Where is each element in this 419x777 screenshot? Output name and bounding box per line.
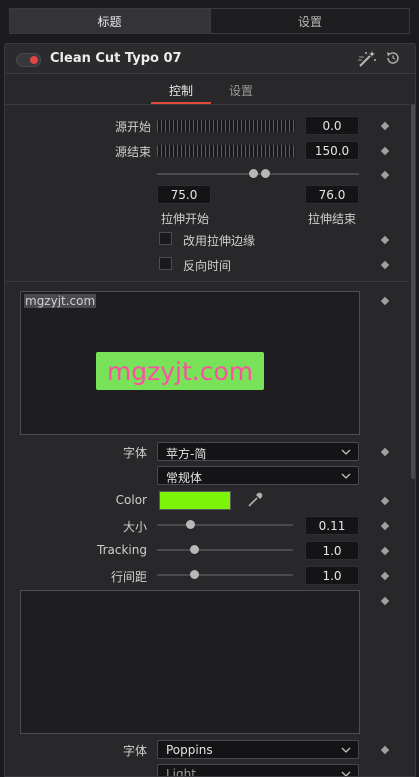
stretch-end-label: 拉伸结束	[307, 212, 356, 226]
color-label: Color	[115, 493, 147, 507]
section-divider	[5, 281, 409, 282]
eyedropper-icon[interactable]	[247, 492, 263, 508]
keyframe-diamond-icon[interactable]	[380, 260, 390, 270]
font-value-2: Poppins	[166, 743, 213, 757]
keyframe-diamond-icon[interactable]	[380, 121, 390, 131]
keyframe-diamond-icon[interactable]	[380, 596, 390, 606]
keyframe-diamond-icon[interactable]	[380, 571, 390, 581]
top-tab-bar: 标题 设置	[0, 0, 419, 37]
stretch-start-handle[interactable]	[249, 169, 258, 178]
stretch-end-field[interactable]: 76.0	[305, 185, 359, 204]
line-spacing-field[interactable]: 1.0	[305, 566, 359, 585]
source-end-label: 源结束	[114, 145, 151, 159]
effect-name: Clean Cut Typo 07	[50, 51, 182, 66]
font-value: 苹方-简	[166, 447, 207, 461]
line-spacing-slider-track[interactable]	[157, 574, 293, 576]
source-end-field[interactable]: 150.0	[305, 141, 359, 160]
keyframe-diamond-icon[interactable]	[380, 745, 390, 755]
size-label: 大小	[122, 520, 147, 534]
tracking-field[interactable]: 1.0	[305, 541, 359, 560]
sub-tab-bar: 控制 设置	[5, 75, 415, 105]
keyframe-diamond-icon[interactable]	[380, 546, 390, 556]
stretch-start-label: 拉伸开始	[160, 212, 209, 226]
tracking-slider-handle[interactable]	[190, 545, 199, 554]
chevron-down-icon	[341, 771, 351, 776]
stretch-start-field[interactable]: 75.0	[157, 185, 211, 204]
font-dropdown[interactable]: 苹方-简	[157, 442, 359, 461]
reset-icon[interactable]	[385, 50, 401, 66]
keyframe-diamond-icon[interactable]	[380, 521, 390, 531]
source-end-jog[interactable]	[157, 145, 295, 157]
keyframe-diamond-icon[interactable]	[380, 170, 390, 180]
effect-enable-toggle[interactable]	[16, 53, 41, 67]
use-stretch-edges-label: 改用拉伸边缘	[183, 234, 256, 248]
text-content: mgzyjt.com	[24, 294, 97, 308]
text-input-area-1[interactable]: mgzyjt.com mgzyjt.com	[20, 291, 360, 435]
line-spacing-label: 行间距	[110, 570, 147, 584]
magic-wand-icon[interactable]	[357, 50, 377, 68]
subtab-control[interactable]: 控制	[151, 75, 211, 105]
toggle-indicator	[30, 56, 38, 64]
effect-header: Clean Cut Typo 07	[5, 44, 415, 74]
source-start-label: 源开始	[114, 120, 151, 134]
font-label-2: 字体	[122, 744, 147, 758]
font-label: 字体	[122, 446, 147, 460]
keyframe-diamond-icon[interactable]	[380, 146, 390, 156]
color-swatch[interactable]	[159, 491, 231, 510]
stretch-range-track[interactable]	[157, 173, 359, 175]
size-slider-track[interactable]	[157, 524, 293, 526]
font-style-value-2: Light	[166, 767, 196, 777]
tab-title[interactable]: 标题	[9, 8, 210, 34]
chevron-down-icon	[341, 473, 351, 479]
chevron-down-icon	[341, 747, 351, 753]
tracking-label: Tracking	[97, 543, 147, 557]
reverse-time-label: 反向时间	[183, 259, 232, 273]
font-style-dropdown-2[interactable]: Light	[157, 764, 359, 777]
inspector-panel: Clean Cut Typo 07 控制 设置 源开始 0.0 源结束 150.…	[4, 43, 416, 777]
font-style-dropdown[interactable]: 常规体	[157, 466, 359, 485]
source-start-field[interactable]: 0.0	[305, 116, 359, 135]
keyframe-diamond-icon[interactable]	[380, 496, 390, 506]
text-preview: mgzyjt.com	[96, 352, 264, 390]
active-tab-underline	[151, 102, 211, 104]
tracking-slider-track[interactable]	[157, 549, 293, 551]
keyframe-diamond-icon[interactable]	[380, 447, 390, 457]
size-field[interactable]: 0.11	[305, 516, 359, 535]
source-start-jog[interactable]	[157, 120, 295, 132]
line-spacing-slider-handle[interactable]	[190, 570, 199, 579]
scrollbar[interactable]	[411, 104, 415, 479]
subtab-settings[interactable]: 设置	[211, 75, 271, 105]
text-input-area-2[interactable]	[20, 590, 360, 734]
size-slider-handle[interactable]	[186, 520, 195, 529]
keyframe-diamond-icon[interactable]	[380, 235, 390, 245]
font-style-value: 常规体	[166, 471, 203, 485]
tab-settings[interactable]: 设置	[210, 8, 410, 34]
use-stretch-edges-checkbox[interactable]	[159, 232, 172, 245]
font-dropdown-2[interactable]: Poppins	[157, 740, 359, 759]
keyframe-diamond-icon[interactable]	[380, 296, 390, 306]
chevron-down-icon	[341, 449, 351, 455]
reverse-time-checkbox[interactable]	[159, 257, 172, 270]
stretch-end-handle[interactable]	[261, 169, 270, 178]
